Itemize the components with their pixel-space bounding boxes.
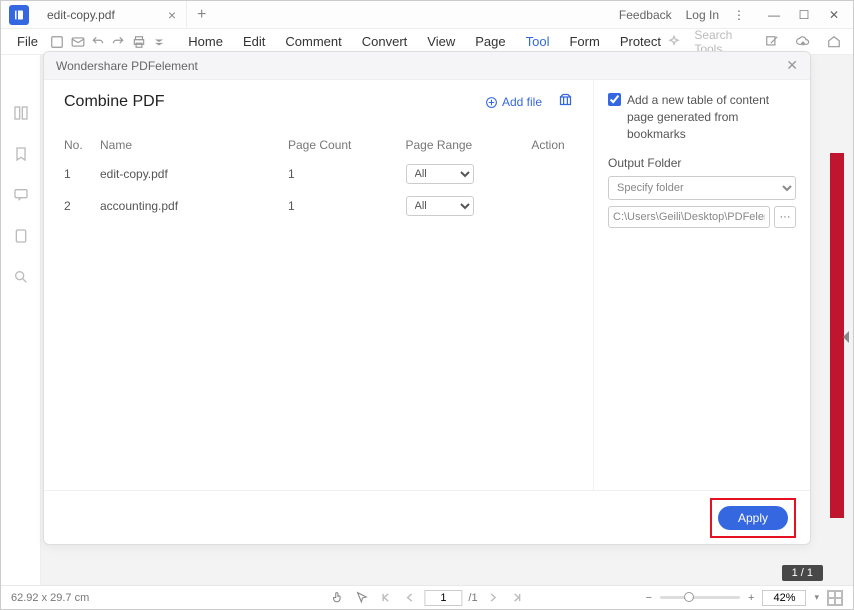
comment-icon[interactable] <box>13 187 29 208</box>
panel-collapse-handle[interactable] <box>843 331 849 343</box>
titlebar: edit-copy.pdf × + Feedback Log In ⋮ — ☐ … <box>1 1 853 29</box>
fit-view-icon[interactable] <box>827 590 843 606</box>
file-menu[interactable]: File <box>9 34 46 49</box>
menu-view[interactable]: View <box>427 34 455 49</box>
search-rail-icon[interactable] <box>13 269 29 290</box>
apply-highlight-box: Apply <box>710 498 796 538</box>
output-folder-label: Output Folder <box>608 156 796 170</box>
app-icon <box>9 5 29 25</box>
menu-page[interactable]: Page <box>475 34 505 49</box>
print-icon[interactable] <box>130 31 148 53</box>
output-path-input[interactable] <box>608 206 770 228</box>
hand-tool-icon[interactable] <box>328 589 346 607</box>
feedback-link[interactable]: Feedback <box>619 8 672 22</box>
wand-icon[interactable] <box>663 31 684 53</box>
attach-icon[interactable] <box>13 228 29 249</box>
tab-title: edit-copy.pdf <box>47 8 115 22</box>
zoom-out-icon[interactable]: − <box>646 592 652 604</box>
browse-folder-button[interactable]: ··· <box>774 206 796 228</box>
zoom-value-input[interactable] <box>762 590 806 606</box>
col-header-action: Action <box>523 138 573 152</box>
save-icon[interactable] <box>48 31 66 53</box>
dropdown-icon[interactable] <box>150 31 168 53</box>
dialog-header-title: Wondershare PDFelement <box>56 59 198 73</box>
share-icon[interactable] <box>761 31 782 53</box>
side-rail <box>1 55 41 585</box>
home-icon[interactable] <box>824 31 845 53</box>
apply-button[interactable]: Apply <box>718 506 788 530</box>
toc-checkbox[interactable] <box>608 93 621 106</box>
combine-pdf-dialog: Wondershare PDFelement ✕ Combine PDF Add… <box>43 51 811 545</box>
login-link[interactable]: Log In <box>686 8 719 22</box>
col-header-pagerange: Page Range <box>406 138 524 152</box>
toc-label: Add a new table of content page generate… <box>627 92 796 142</box>
redo-icon[interactable] <box>109 31 127 53</box>
page-dimensions: 62.92 x 29.7 cm <box>11 592 89 604</box>
bookmark-icon[interactable] <box>13 146 29 167</box>
last-page-icon[interactable] <box>508 589 526 607</box>
add-file-button[interactable]: Add file <box>485 95 542 109</box>
col-header-no: No. <box>64 138 100 152</box>
document-preview-edge <box>830 153 844 518</box>
zoom-chevron-icon[interactable]: ▾ <box>814 592 819 603</box>
thumbnails-icon[interactable] <box>13 105 29 126</box>
page-range-select[interactable]: All <box>406 164 474 184</box>
maximize-button[interactable]: ☐ <box>789 1 819 29</box>
page-number-input[interactable] <box>424 590 462 606</box>
menu-comment[interactable]: Comment <box>285 34 341 49</box>
new-tab-button[interactable]: + <box>187 6 216 24</box>
col-header-name: Name <box>100 138 288 152</box>
menu-protect[interactable]: Protect <box>620 34 661 49</box>
undo-icon[interactable] <box>89 31 107 53</box>
first-page-icon[interactable] <box>376 589 394 607</box>
minimize-button[interactable]: — <box>759 1 789 29</box>
page-indicator: 1 / 1 <box>782 565 823 581</box>
file-list-table: No. Name Page Count Page Range Action 1e… <box>64 132 573 222</box>
document-tab[interactable]: edit-copy.pdf × <box>37 1 187 29</box>
page-total: /1 <box>468 592 477 604</box>
mail-icon[interactable] <box>68 31 86 53</box>
dialog-title: Combine PDF <box>64 93 164 111</box>
page-range-select[interactable]: All <box>406 196 474 216</box>
col-header-pagecount: Page Count <box>288 138 406 152</box>
delete-all-icon[interactable] <box>558 92 573 112</box>
table-row[interactable]: 1edit-copy.pdf1All <box>64 158 573 190</box>
cloud-icon[interactable] <box>792 31 813 53</box>
next-page-icon[interactable] <box>484 589 502 607</box>
table-row[interactable]: 2accounting.pdf1All <box>64 190 573 222</box>
menu-tool[interactable]: Tool <box>526 34 550 49</box>
select-tool-icon[interactable] <box>352 589 370 607</box>
dialog-close-button[interactable]: ✕ <box>786 57 798 74</box>
output-folder-select[interactable]: Specify folder <box>608 176 796 200</box>
zoom-slider[interactable] <box>660 596 740 599</box>
menu-convert[interactable]: Convert <box>362 34 408 49</box>
kebab-menu-icon[interactable]: ⋮ <box>733 8 745 22</box>
prev-page-icon[interactable] <box>400 589 418 607</box>
menu-home[interactable]: Home <box>188 34 223 49</box>
menu-form[interactable]: Form <box>569 34 599 49</box>
zoom-in-icon[interactable]: + <box>748 592 754 604</box>
close-tab-icon[interactable]: × <box>168 7 176 23</box>
statusbar: 62.92 x 29.7 cm /1 − + ▾ <box>1 585 853 609</box>
close-window-button[interactable]: ✕ <box>819 1 849 29</box>
menu-edit[interactable]: Edit <box>243 34 265 49</box>
